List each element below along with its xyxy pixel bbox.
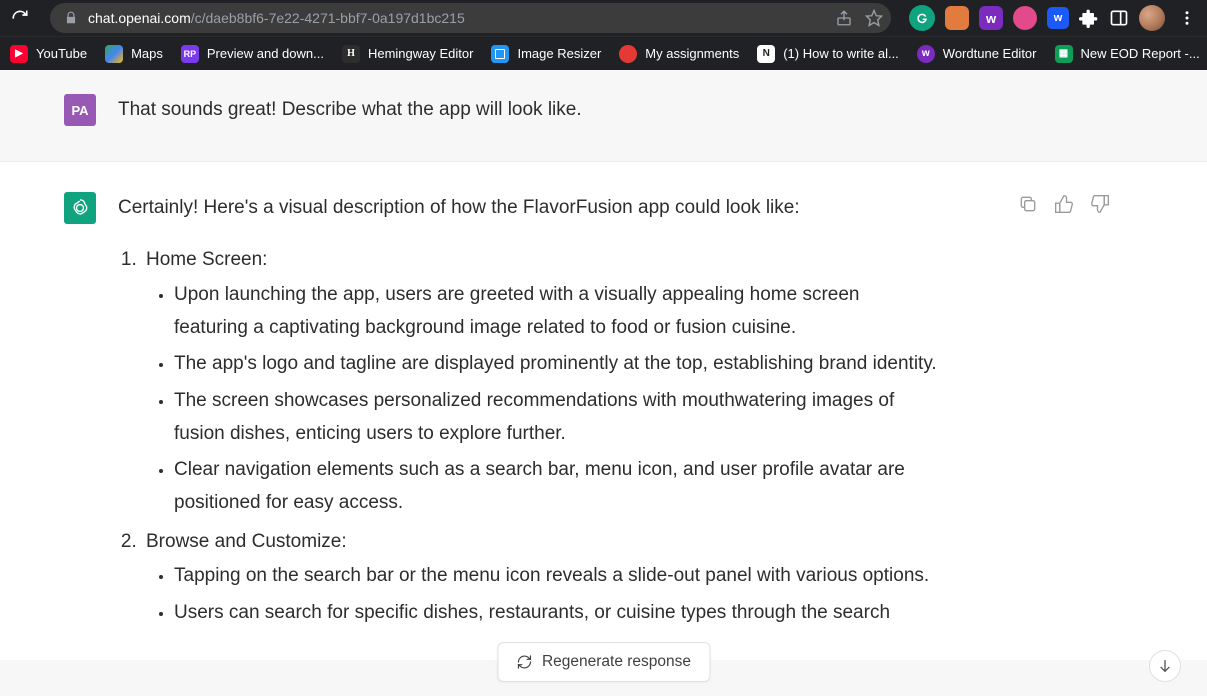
user-avatar: PA bbox=[64, 94, 96, 126]
lock-icon bbox=[64, 11, 78, 25]
avatar-gutter bbox=[0, 192, 96, 636]
maps-icon bbox=[105, 45, 123, 63]
bookmark-preview[interactable]: RP Preview and down... bbox=[181, 45, 324, 63]
bookmark-label: YouTube bbox=[36, 46, 87, 61]
scroll-to-bottom-button[interactable] bbox=[1149, 650, 1181, 682]
refresh-icon bbox=[516, 654, 532, 670]
extension-label: w bbox=[1054, 12, 1063, 24]
user-initials: PA bbox=[71, 103, 88, 118]
assistant-avatar bbox=[64, 192, 96, 224]
bullet-item: Tapping on the search bar or the menu ic… bbox=[174, 560, 938, 593]
address-bar[interactable]: chat.openai.com/c/daeb8bf6-7e22-4271-bbf… bbox=[50, 3, 891, 33]
hemingway-icon: H bbox=[342, 45, 360, 63]
bookmark-label: Maps bbox=[131, 46, 163, 61]
copy-button[interactable] bbox=[1016, 192, 1040, 216]
extension-pink-icon[interactable] bbox=[1013, 6, 1037, 30]
bookmark-maps[interactable]: Maps bbox=[105, 45, 163, 63]
answer-list: Home Screen: Upon launching the app, use… bbox=[118, 244, 938, 629]
extension-metamask-icon[interactable] bbox=[945, 6, 969, 30]
chat-scroll-area: PA That sounds great! Describe what the … bbox=[0, 70, 1207, 696]
regenerate-response-button[interactable]: Regenerate response bbox=[497, 642, 710, 682]
profile-avatar[interactable] bbox=[1139, 5, 1165, 31]
side-panel-icon[interactable] bbox=[1109, 8, 1129, 28]
extensions-area: w w bbox=[901, 5, 1199, 31]
image-resizer-icon bbox=[491, 45, 509, 63]
wordtune-icon: w bbox=[917, 45, 935, 63]
bookmarks-bar: ▶ YouTube Maps RP Preview and down... H … bbox=[0, 36, 1207, 70]
assistant-message-content: Certainly! Here's a visual description o… bbox=[118, 192, 978, 636]
user-actions bbox=[1000, 94, 1150, 127]
bookmark-assignments[interactable]: My assignments bbox=[619, 45, 739, 63]
bookmark-label: Preview and down... bbox=[207, 46, 324, 61]
assistant-message-block: Certainly! Here's a visual description o… bbox=[0, 161, 1207, 660]
user-message-content: That sounds great! Describe what the app… bbox=[118, 94, 978, 127]
url-host: chat.openai.com bbox=[88, 10, 191, 26]
bookmark-howto[interactable]: N (1) How to write al... bbox=[757, 45, 899, 63]
omnibox-actions bbox=[835, 3, 883, 33]
extension-wordtune-icon[interactable]: w bbox=[979, 6, 1003, 30]
openai-logo-icon bbox=[69, 197, 91, 219]
user-message-block: PA That sounds great! Describe what the … bbox=[0, 70, 1207, 161]
avatar-gutter: PA bbox=[0, 94, 96, 127]
assignments-icon bbox=[619, 45, 637, 63]
assistant-intro-text: Certainly! Here's a visual description o… bbox=[118, 192, 938, 225]
extension-blue-w-icon[interactable]: w bbox=[1047, 7, 1069, 29]
extension-label: w bbox=[986, 11, 996, 26]
extension-grammarly-icon[interactable] bbox=[909, 5, 935, 31]
arrow-down-icon bbox=[1157, 658, 1173, 674]
rp-icon: RP bbox=[181, 45, 199, 63]
user-message-text: That sounds great! Describe what the app… bbox=[118, 99, 582, 120]
bullet-item: Upon launching the app, users are greete… bbox=[174, 279, 938, 344]
thumbs-up-button[interactable] bbox=[1052, 192, 1076, 216]
browser-menu-icon[interactable] bbox=[1175, 9, 1199, 27]
bookmark-youtube[interactable]: ▶ YouTube bbox=[10, 45, 87, 63]
bookmark-label: Wordtune Editor bbox=[943, 46, 1037, 61]
bullet-item: Clear navigation elements such as a sear… bbox=[174, 454, 938, 519]
bookmark-hemingway[interactable]: H Hemingway Editor bbox=[342, 45, 474, 63]
share-icon[interactable] bbox=[835, 9, 853, 27]
bullet-item: The screen showcases personalized recomm… bbox=[174, 385, 938, 450]
sheets-icon: ▦ bbox=[1055, 45, 1073, 63]
notion-icon: N bbox=[757, 45, 775, 63]
bookmark-label: New EOD Report -... bbox=[1081, 46, 1200, 61]
url-path: /c/daeb8bf6-7e22-4271-bbf7-0a197d1bc215 bbox=[191, 10, 465, 26]
bookmark-label: Hemingway Editor bbox=[368, 46, 474, 61]
section-title: Home Screen: bbox=[146, 244, 938, 277]
bookmark-label: (1) How to write al... bbox=[783, 46, 899, 61]
bullet-item: Users can search for specific dishes, re… bbox=[174, 597, 938, 630]
reload-button[interactable] bbox=[6, 4, 34, 32]
bookmark-label: My assignments bbox=[645, 46, 739, 61]
section-bullets: Tapping on the search bar or the menu ic… bbox=[146, 560, 938, 629]
thumbs-down-button[interactable] bbox=[1088, 192, 1112, 216]
bookmark-image-resizer[interactable]: Image Resizer bbox=[491, 45, 601, 63]
answer-section-2: Browse and Customize: Tapping on the sea… bbox=[142, 526, 938, 630]
bookmark-star-icon[interactable] bbox=[865, 9, 883, 27]
browser-chrome: chat.openai.com/c/daeb8bf6-7e22-4271-bbf… bbox=[0, 0, 1207, 70]
address-bar-row: chat.openai.com/c/daeb8bf6-7e22-4271-bbf… bbox=[0, 0, 1207, 36]
section-bullets: Upon launching the app, users are greete… bbox=[146, 279, 938, 520]
answer-section-1: Home Screen: Upon launching the app, use… bbox=[142, 244, 938, 519]
bookmark-label: Image Resizer bbox=[517, 46, 601, 61]
youtube-icon: ▶ bbox=[10, 45, 28, 63]
bookmark-eod[interactable]: ▦ New EOD Report -... bbox=[1055, 45, 1200, 63]
regenerate-label: Regenerate response bbox=[542, 653, 691, 671]
section-title: Browse and Customize: bbox=[146, 526, 938, 559]
bullet-item: The app's logo and tagline are displayed… bbox=[174, 348, 938, 381]
assistant-actions bbox=[1000, 192, 1150, 636]
extensions-puzzle-icon[interactable] bbox=[1079, 8, 1099, 28]
bookmark-wordtune[interactable]: w Wordtune Editor bbox=[917, 45, 1037, 63]
